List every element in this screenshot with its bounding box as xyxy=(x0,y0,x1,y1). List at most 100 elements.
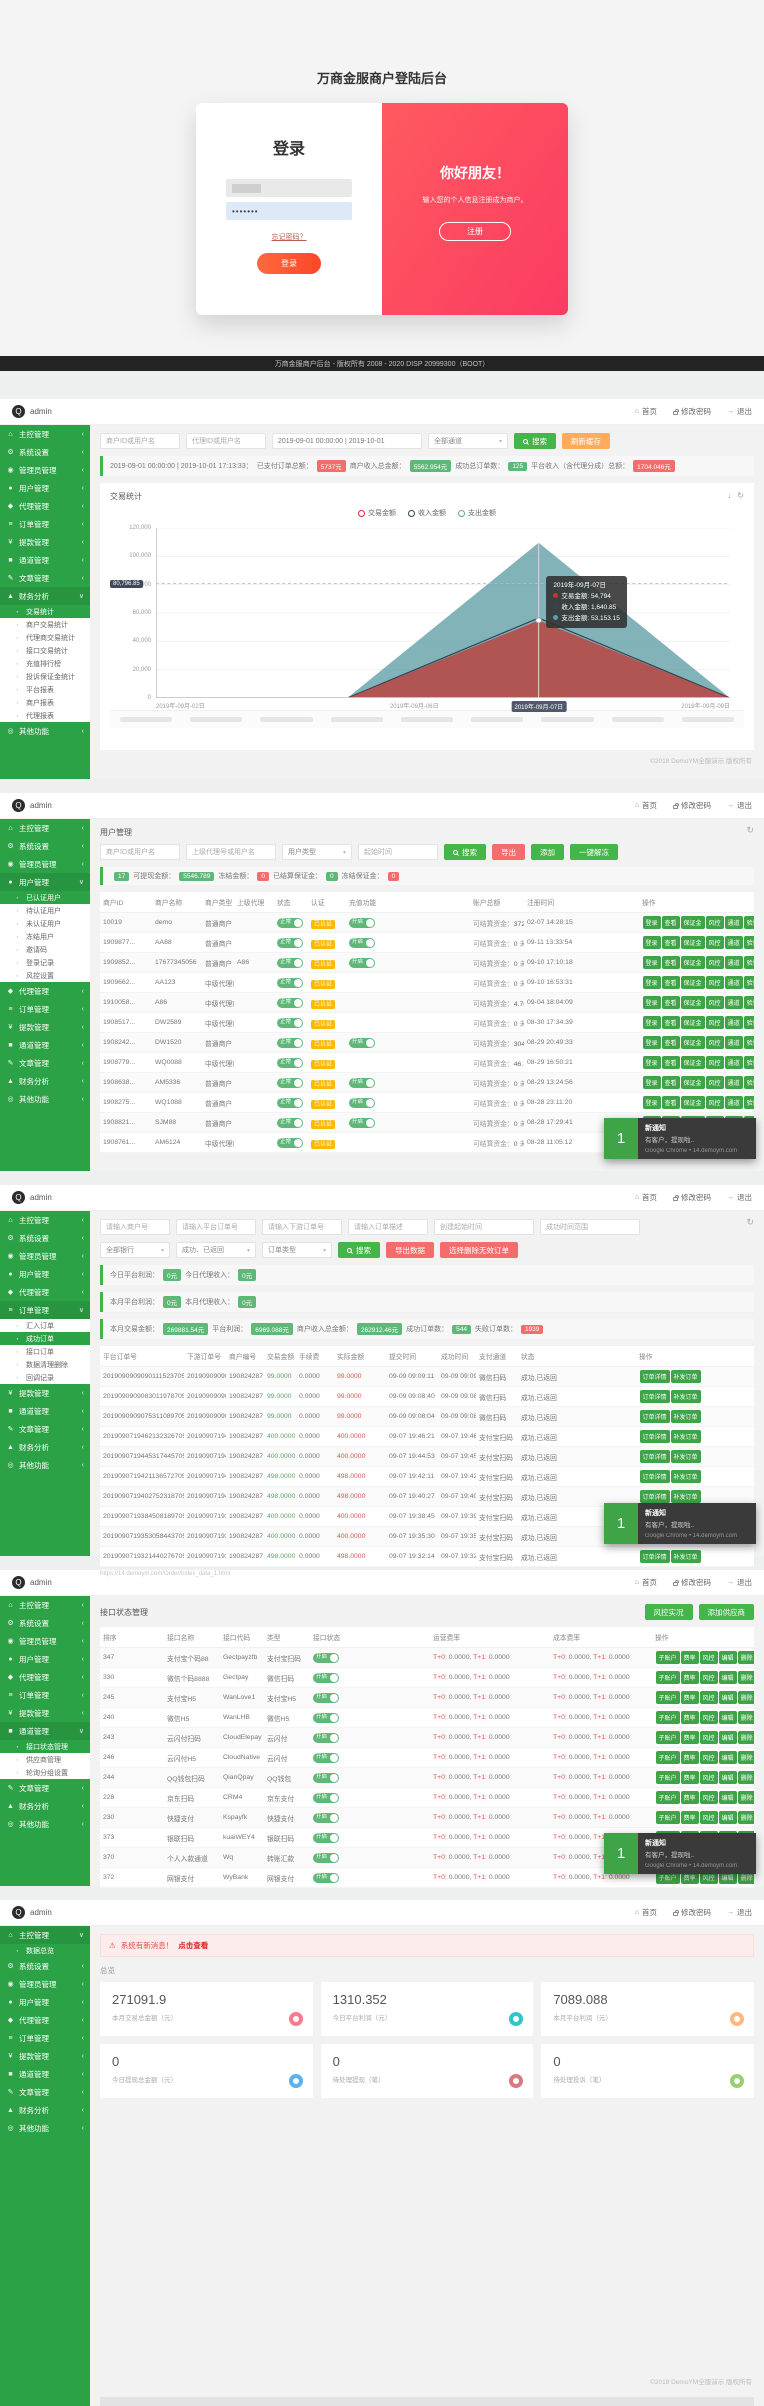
sidebar-item[interactable]: ◆ 代理管理 ‹ xyxy=(0,2011,90,2029)
verify-button[interactable]: 验证 xyxy=(744,916,754,929)
verify-button[interactable]: 验证 xyxy=(744,1056,754,1069)
resend-order-button[interactable]: 补发订单 xyxy=(671,1490,701,1503)
view-button[interactable]: 查看 xyxy=(662,976,680,989)
login-as-button[interactable]: 登录 xyxy=(643,1036,661,1049)
status-toggle[interactable]: 正常 xyxy=(277,1098,303,1108)
view-button[interactable]: 查看 xyxy=(662,1056,680,1069)
sidebar-item[interactable]: ◉ 管理员管理 ‹ xyxy=(0,1247,90,1265)
sidebar-item[interactable]: ▪ 平台报表 xyxy=(0,683,90,696)
risk-button[interactable]: 风控 xyxy=(706,996,724,1009)
sidebar-item[interactable]: ¥ 提款管理 ‹ xyxy=(0,533,90,551)
success-time-input[interactable] xyxy=(540,1219,640,1235)
sidebar-item[interactable]: ▪ 数据清理删除 xyxy=(0,1358,90,1371)
sidebar-item[interactable]: ▪ 成功订单 xyxy=(0,1332,90,1345)
channel-status-toggle[interactable]: 开启 xyxy=(313,1813,339,1823)
channel-status-toggle[interactable]: 开启 xyxy=(313,1773,339,1783)
status-toggle[interactable]: 正常 xyxy=(277,998,303,1008)
channel-button[interactable]: 通道 xyxy=(725,996,743,1009)
export-data-button[interactable]: 导出数据 xyxy=(386,1242,434,1258)
order-desc-input[interactable] xyxy=(348,1219,428,1235)
channel-status-toggle[interactable]: 开启 xyxy=(313,1653,339,1663)
risk-live-button[interactable]: 风控实况 xyxy=(645,1604,693,1620)
legend-item[interactable]: 收入金额 xyxy=(408,508,446,518)
order-detail-button[interactable]: 订单详情 xyxy=(640,1410,670,1423)
user-id-input[interactable] xyxy=(100,844,180,860)
sidebar-item[interactable]: ▲ 财务分析 ‹ xyxy=(0,2101,90,2119)
verify-button[interactable]: 验证 xyxy=(744,1036,754,1049)
recharge-toggle[interactable]: 开启 xyxy=(349,958,375,968)
forgot-password-link[interactable]: 忘记密码？ xyxy=(272,232,307,242)
sidebar-item[interactable]: ▪ 充值排行榜 xyxy=(0,657,90,670)
sub-account-button[interactable]: 子账户 xyxy=(656,1731,680,1744)
delete-button[interactable]: 删除 xyxy=(738,1791,754,1804)
user-type-select[interactable]: 用户类型▾ xyxy=(282,844,352,860)
risk-button[interactable]: 风控 xyxy=(700,1651,718,1664)
edit-button[interactable]: 编辑 xyxy=(719,1811,737,1824)
nav-home[interactable]: ⌂首页 xyxy=(635,800,657,811)
sidebar-item[interactable]: ▪ 冻结用户 xyxy=(0,930,90,943)
channel-select[interactable]: 全部通道▾ xyxy=(428,433,508,449)
nav-logout[interactable]: →退出 xyxy=(727,1577,752,1588)
view-button[interactable]: 查看 xyxy=(662,1016,680,1029)
deposit-button[interactable]: 保证金 xyxy=(681,1036,705,1049)
view-button[interactable]: 查看 xyxy=(662,956,680,969)
sidebar-item[interactable]: ▪ 数据总览 xyxy=(0,1944,90,1957)
rate-button[interactable]: 费率 xyxy=(681,1691,699,1704)
sidebar-item[interactable]: ◆ 代理管理 ‹ xyxy=(0,497,90,515)
sidebar-item[interactable]: ● 用户管理 ∨ xyxy=(0,873,90,891)
risk-button[interactable]: 风控 xyxy=(706,916,724,929)
refresh-icon[interactable]: ↻ xyxy=(746,1217,754,1228)
deposit-button[interactable]: 保证金 xyxy=(681,1096,705,1109)
channel-button[interactable]: 通道 xyxy=(725,976,743,989)
risk-button[interactable]: 风控 xyxy=(700,1711,718,1724)
verify-button[interactable]: 验证 xyxy=(744,956,754,969)
restore-icon[interactable]: ↻ xyxy=(737,491,744,500)
date-range-input[interactable] xyxy=(272,433,422,449)
view-button[interactable]: 查看 xyxy=(662,916,680,929)
status-toggle[interactable]: 正常 xyxy=(277,1078,303,1088)
edit-button[interactable]: 编辑 xyxy=(719,1651,737,1664)
status-toggle[interactable]: 正常 xyxy=(277,1138,303,1148)
alert-view-link[interactable]: 点击查看 xyxy=(178,1940,208,1951)
rate-button[interactable]: 费率 xyxy=(681,1711,699,1724)
sidebar-item[interactable]: ◎ 其他功能 ‹ xyxy=(0,1456,90,1474)
verify-button[interactable]: 验证 xyxy=(744,936,754,949)
status-toggle[interactable]: 正常 xyxy=(277,1058,303,1068)
sidebar-item[interactable]: ■ 通道管理 ∨ xyxy=(0,1722,90,1740)
notification-toast[interactable]: 1 新通知 有客户，提现啦.. Google Chrome • 14.demoy… xyxy=(604,1118,756,1159)
nav-change-password[interactable]: 修改密码 xyxy=(673,1192,711,1203)
channel-status-toggle[interactable]: 开启 xyxy=(313,1733,339,1743)
view-button[interactable]: 查看 xyxy=(662,1036,680,1049)
risk-button[interactable]: 风控 xyxy=(700,1771,718,1784)
login-as-button[interactable]: 登录 xyxy=(643,1076,661,1089)
deposit-button[interactable]: 保证金 xyxy=(681,916,705,929)
view-button[interactable]: 查看 xyxy=(662,936,680,949)
verify-button[interactable]: 验证 xyxy=(744,1076,754,1089)
sidebar-item[interactable]: ◆ 代理管理 ‹ xyxy=(0,1668,90,1686)
nav-logout[interactable]: →退出 xyxy=(727,1192,752,1203)
nav-logout[interactable]: →退出 xyxy=(727,800,752,811)
deposit-button[interactable]: 保证金 xyxy=(681,1016,705,1029)
sidebar-item[interactable]: ◎ 其他功能 ‹ xyxy=(0,1815,90,1833)
order-detail-button[interactable]: 订单详情 xyxy=(640,1490,670,1503)
delete-button[interactable]: 删除 xyxy=(738,1711,754,1724)
nav-change-password[interactable]: 修改密码 xyxy=(673,1577,711,1588)
start-time-input[interactable] xyxy=(358,844,438,860)
status-toggle[interactable]: 正常 xyxy=(277,1038,303,1048)
risk-button[interactable]: 风控 xyxy=(706,1096,724,1109)
sidebar-item[interactable]: ≡ 订单管理 ∨ xyxy=(0,1301,90,1319)
sidebar-item[interactable]: ▪ 已认证用户 xyxy=(0,891,90,904)
channel-button[interactable]: 通道 xyxy=(725,1036,743,1049)
login-as-button[interactable]: 登录 xyxy=(643,1056,661,1069)
nav-change-password[interactable]: 修改密码 xyxy=(673,406,711,417)
edit-button[interactable]: 编辑 xyxy=(719,1671,737,1684)
sidebar-item[interactable]: ▪ 接口状态管理 xyxy=(0,1740,90,1753)
sidebar-item[interactable]: ◉ 管理员管理 ‹ xyxy=(0,1632,90,1650)
sidebar-item[interactable]: ● 用户管理 ‹ xyxy=(0,1993,90,2011)
resend-order-button[interactable]: 补发订单 xyxy=(671,1410,701,1423)
sub-account-button[interactable]: 子账户 xyxy=(656,1671,680,1684)
nav-logout[interactable]: →退出 xyxy=(727,1907,752,1918)
risk-button[interactable]: 风控 xyxy=(700,1811,718,1824)
delete-button[interactable]: 删除 xyxy=(738,1811,754,1824)
bank-select[interactable]: 全部银行▾ xyxy=(100,1242,170,1258)
